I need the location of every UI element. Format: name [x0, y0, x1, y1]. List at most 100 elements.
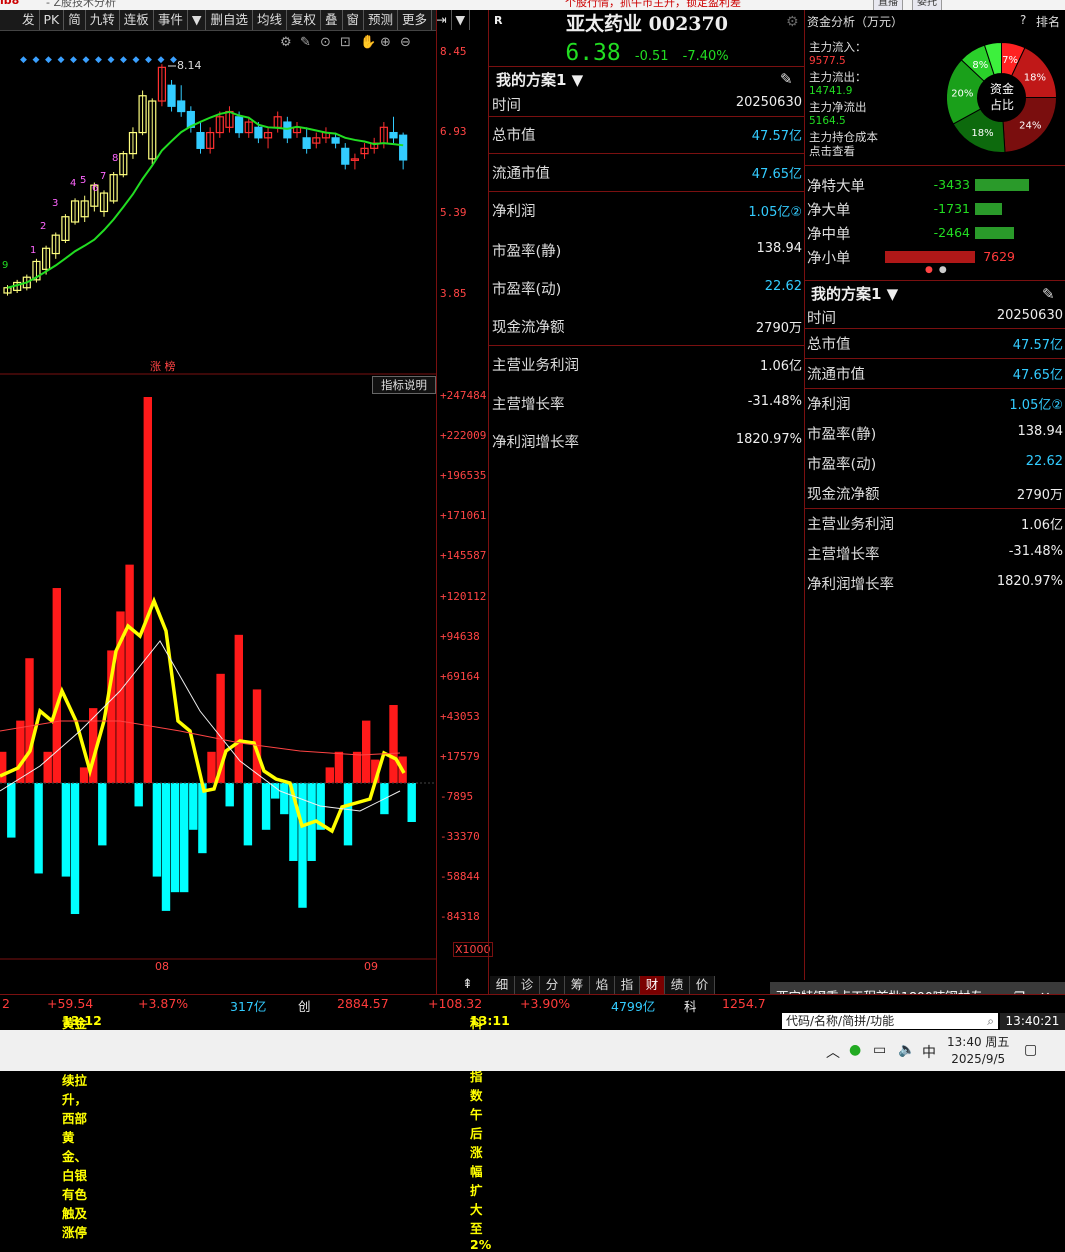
gear-icon[interactable]: ⚙: [786, 14, 799, 30]
volume-bar: [352, 751, 362, 783]
fin-label: 净利润: [492, 204, 536, 220]
toolbar-item[interactable]: 简: [64, 10, 86, 30]
taskbar-clock[interactable]: 13:40 周五 2025/9/5: [947, 1034, 1009, 1068]
rank-link[interactable]: 排名: [1036, 13, 1060, 30]
search-input[interactable]: 代码/名称/简拼/功能 ⌕: [782, 1013, 998, 1029]
indicator-explain-button[interactable]: 指标说明: [372, 376, 436, 394]
fin-value: 47.57亿: [751, 129, 802, 144]
divider: [489, 116, 804, 117]
volume-bar: [343, 783, 353, 846]
tab-8[interactable]: 价: [690, 976, 715, 994]
fin-label: 总市值: [807, 337, 851, 353]
toolbar-item[interactable]: PK: [40, 10, 65, 30]
plan-title[interactable]: 我的方案1 ▼: [496, 69, 583, 90]
chart-tool-icon[interactable]: ✋: [360, 34, 376, 50]
volume-bar: [280, 783, 289, 815]
pager-dots[interactable]: ●●: [925, 265, 953, 275]
volume-bar: [252, 689, 262, 783]
volume-bar: [362, 720, 371, 783]
fin-value: -31.48%: [747, 394, 802, 409]
network-icon[interactable]: ▭: [873, 1042, 886, 1058]
toolbar-item[interactable]: 连板: [120, 10, 154, 30]
edit-icon[interactable]: ✎: [780, 70, 793, 88]
toolbar-item[interactable]: ▼: [452, 10, 471, 30]
news-ticker[interactable]: 13:12 黄金概念股持续拉升，西部黄金、白银有色触及涨停 13:11 科创50…: [0, 1013, 780, 1252]
net-flow-value: -2464: [933, 225, 970, 240]
toolbar-item[interactable]: 更多: [398, 10, 433, 30]
volume-bar: [16, 720, 25, 783]
volume-bar: [225, 783, 234, 807]
ime-indicator[interactable]: 中: [922, 1042, 936, 1062]
toolbar-item[interactable]: 九转: [86, 10, 120, 30]
kline-chart[interactable]: ⚙ ✎ ⊙ ⊡ ✋ ⊕ ⊖◆ ◆ ◆ ◆ ◆ ◆ ◆ ◆ ◆ ◆ ◆ ◆ ◆ 8.1491234 5678涨 榜08 09: [0, 31, 437, 971]
tab-1[interactable]: 诊: [515, 976, 540, 994]
net-flow-value: -1731: [933, 201, 970, 216]
index-change-pct: +3.87%: [138, 996, 189, 1011]
chart-tool-icon[interactable]: ⊡: [340, 35, 351, 50]
tab-4[interactable]: 焰: [590, 976, 615, 994]
chart-tool-icon[interactable]: ⚙: [280, 35, 292, 50]
count-label: 7: [100, 171, 106, 182]
fin-label: 市盈率(静): [807, 427, 877, 443]
tab-0[interactable]: 细: [490, 976, 515, 994]
cost-link[interactable]: 点击查看: [809, 143, 855, 159]
toolbar-item[interactable]: 复权: [287, 10, 321, 30]
toolbar-item[interactable]: ⇥: [432, 10, 452, 30]
volume-bar: [161, 783, 171, 911]
toolbar-item[interactable]: 发: [18, 10, 40, 30]
tray-app-icon[interactable]: ●: [849, 1042, 861, 1058]
divider: [804, 10, 805, 980]
volume-tick: +247484: [440, 389, 487, 402]
chevron-up-icon[interactable]: ︿: [826, 1042, 840, 1062]
chart-tool-icon[interactable]: ✎: [300, 35, 311, 50]
chart-tool-icon[interactable]: ⊕: [380, 35, 391, 50]
divider: [488, 10, 489, 995]
fin-value: 47.65亿: [751, 167, 802, 182]
tab-5[interactable]: 指: [615, 976, 640, 994]
outflow-label: 主力流出：: [809, 70, 867, 84]
toolbar-item[interactable]: 叠: [321, 10, 343, 30]
divider: [489, 153, 804, 154]
price-tick: 6.93: [440, 125, 467, 138]
toolbar-item[interactable]: ▼: [188, 10, 207, 30]
signal-marker: ◆: [120, 55, 127, 65]
fin-value: 1820.97%: [996, 574, 1063, 589]
toolbar-item[interactable]: 事件: [154, 10, 188, 30]
toolbar-item[interactable]: 预测: [364, 10, 399, 30]
edit-icon[interactable]: ✎: [1042, 285, 1055, 303]
volume-bar: [7, 783, 16, 838]
count-label: 4: [70, 178, 76, 189]
scroll-up-icon[interactable]: ⇞: [462, 977, 473, 992]
toolbar-item[interactable]: 均线: [253, 10, 287, 30]
tab-6[interactable]: 财: [640, 976, 665, 994]
plan-title-right[interactable]: 我的方案1 ▼: [811, 283, 898, 304]
window-subtitle: - Z股技术分析: [46, 0, 117, 9]
volume-bar: [70, 783, 80, 915]
price-line: 6.38 -0.51 -7.40%: [490, 40, 804, 66]
live-button[interactable]: 直播: [873, 0, 903, 10]
chart-tool-icon[interactable]: ⊙: [320, 35, 331, 50]
help-icon[interactable]: ?: [1020, 13, 1026, 27]
volume-tick: +145587: [440, 549, 487, 563]
notification-icon[interactable]: ▢: [1024, 1042, 1037, 1058]
fin-value: 1.05亿②: [748, 205, 802, 220]
fin-label: 主营业务利润: [492, 358, 579, 374]
toolbar-item[interactable]: 删自选: [206, 10, 253, 30]
signal-marker: ◆: [108, 55, 115, 65]
tab-2[interactable]: 分: [540, 976, 565, 994]
tab-3[interactable]: 筹: [565, 976, 590, 994]
net-flow-bar: [885, 251, 975, 263]
toolbar-item[interactable]: 窗: [343, 10, 365, 30]
tab-7[interactable]: 绩: [665, 976, 690, 994]
search-icon[interactable]: ⌕: [987, 1013, 994, 1029]
divider: [805, 328, 1065, 329]
promo-link[interactable]: 个股行情，抓牛市主升，锁定盈利差: [565, 0, 741, 10]
volume-icon[interactable]: 🔈: [898, 1042, 915, 1058]
trade-button[interactable]: 委托: [912, 0, 942, 10]
volume-bar: [125, 564, 134, 783]
fin-label: 市盈率(动): [492, 282, 562, 298]
chart-tool-icon[interactable]: ⊖: [400, 35, 411, 50]
net-flow-bar: [975, 203, 1003, 215]
signal-marker: ◆: [95, 55, 102, 65]
price-tick: 3.85: [440, 287, 467, 300]
